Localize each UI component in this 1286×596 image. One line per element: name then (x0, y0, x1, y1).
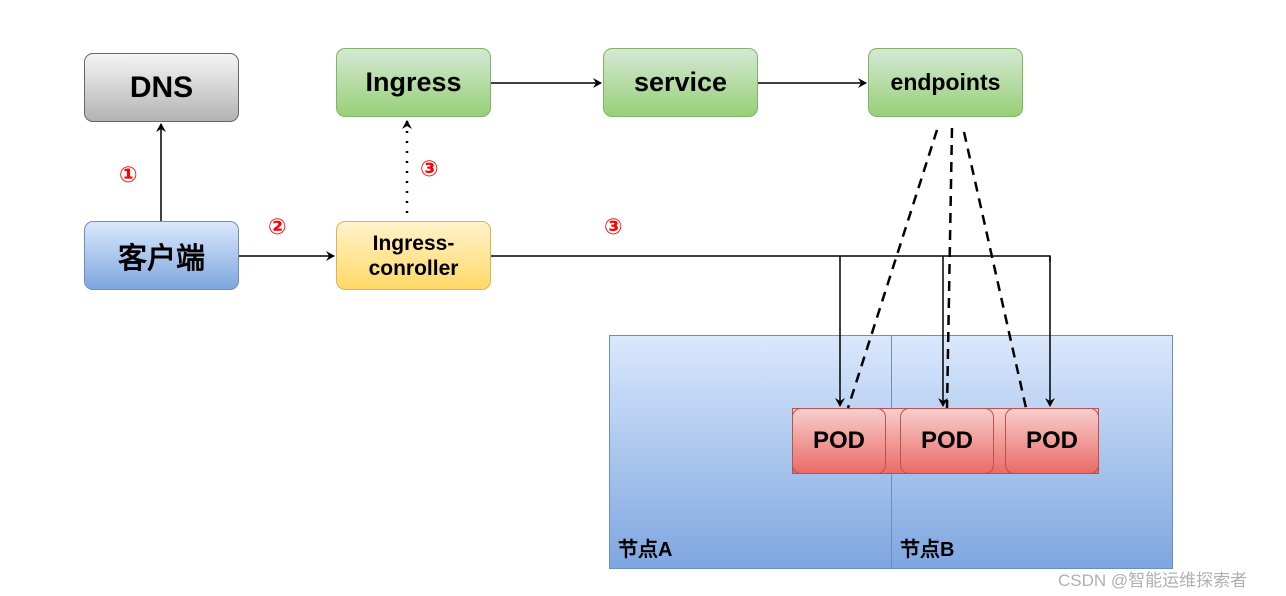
worker-node-a-label: 节点A (618, 539, 673, 561)
ingress-controller-node[interactable]: Ingress- conroller (336, 221, 491, 290)
ingress-controller-label-line2: conroller (368, 256, 459, 280)
endpoints-node[interactable]: endpoints (868, 48, 1023, 117)
edge-controller-trunk (491, 255, 1051, 262)
pod-3[interactable]: POD (1005, 408, 1099, 474)
step-marker-3-forward: ③ (604, 214, 623, 239)
ingress-controller-label-line1: Ingress- (372, 231, 455, 255)
pod-1[interactable]: POD (792, 408, 886, 474)
worker-node-b-label: 节点B (900, 539, 955, 561)
watermark: CSDN @智能运维探索者 (1058, 571, 1248, 590)
pod-2[interactable]: POD (900, 408, 994, 474)
client-node[interactable]: 客户端 (84, 221, 239, 290)
step-marker-2: ② (268, 214, 287, 239)
dns-node[interactable]: DNS (84, 53, 239, 122)
service-node[interactable]: service (603, 48, 758, 117)
ingress-node[interactable]: Ingress (336, 48, 491, 117)
step-marker-3-watch: ③ (420, 156, 439, 181)
step-marker-1: ① (119, 162, 138, 187)
